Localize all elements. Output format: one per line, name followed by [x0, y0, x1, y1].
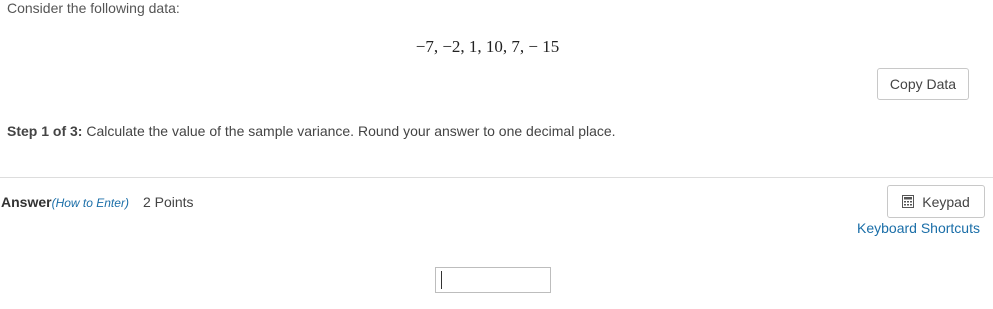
calculator-icon: [902, 195, 915, 208]
step-instructions: Step 1 of 3: Calculate the value of the …: [7, 123, 616, 139]
keypad-label: Keypad: [922, 193, 970, 210]
keyboard-shortcuts-link[interactable]: Keyboard Shortcuts: [857, 220, 980, 236]
points-label: 2 Points: [142, 194, 194, 210]
step-text: Calculate the value of the sample varian…: [82, 123, 616, 139]
text-cursor: [441, 271, 442, 289]
answer-input[interactable]: [435, 267, 551, 293]
question-panel: Consider the following data: −7, −2, 1, …: [0, 0, 993, 309]
answer-header: Answer(How to Enter) 2 Points: [1, 194, 194, 210]
question-intro: Consider the following data:: [7, 0, 180, 16]
keypad-button[interactable]: Keypad: [887, 185, 985, 218]
how-to-enter-link[interactable]: (How to Enter): [52, 196, 129, 210]
answer-label: Answer: [1, 194, 52, 210]
step-label: Step 1 of 3:: [7, 123, 83, 139]
section-divider: [0, 177, 993, 178]
data-values: −7, −2, 1, 10, 7, − 15: [415, 37, 560, 56]
copy-data-button[interactable]: Copy Data: [877, 68, 969, 100]
